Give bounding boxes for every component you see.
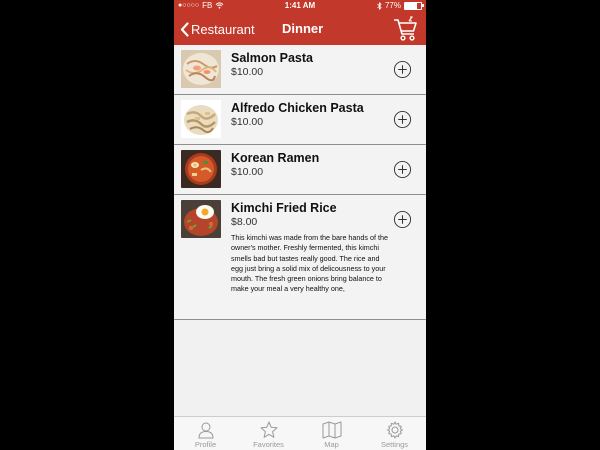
menu-list: Salmon Pasta $10.00 Alfredo Chicken Past… bbox=[174, 45, 426, 320]
list-item[interactable]: Salmon Pasta $10.00 bbox=[174, 45, 426, 95]
back-button[interactable]: Restaurant bbox=[180, 19, 255, 39]
tab-label: Settings bbox=[380, 440, 409, 449]
kimchi-fried-rice-image bbox=[181, 200, 221, 238]
status-bar: ●○○○○ FB 1:41 AM 77% bbox=[174, 0, 426, 13]
person-icon bbox=[197, 422, 214, 439]
add-icon[interactable] bbox=[393, 60, 412, 79]
phone-screen: ●○○○○ FB 1:41 AM 77% Restaurant Dinner S… bbox=[174, 0, 426, 450]
battery-percent: 77% bbox=[384, 1, 401, 10]
tab-favorites[interactable]: Favorites bbox=[237, 417, 300, 450]
item-name: Salmon Pasta bbox=[231, 51, 313, 65]
navigation-bar: Restaurant Dinner bbox=[174, 13, 426, 45]
tab-settings[interactable]: Settings bbox=[363, 417, 426, 450]
item-price: $10.00 bbox=[231, 116, 264, 128]
status-right: 77% bbox=[377, 1, 424, 10]
add-icon[interactable] bbox=[393, 210, 412, 229]
list-item[interactable]: Alfredo Chicken Pasta $10.00 bbox=[174, 95, 426, 145]
map-icon bbox=[322, 421, 341, 439]
item-name: Korean Ramen bbox=[231, 151, 320, 165]
alfredo-chicken-pasta-image bbox=[181, 100, 221, 138]
item-description: This kimchi was made from the bare hands… bbox=[231, 233, 388, 294]
chevron-left-icon bbox=[180, 21, 189, 37]
list-item[interactable]: Korean Ramen $10.00 bbox=[174, 145, 426, 195]
tab-label: Map bbox=[324, 440, 339, 449]
cart-icon bbox=[394, 16, 417, 41]
tab-profile[interactable]: Profile bbox=[174, 417, 237, 450]
cart-button[interactable] bbox=[392, 15, 420, 43]
list-item[interactable]: Kimchi Fried Rice $8.00 This kimchi was … bbox=[174, 195, 426, 320]
gear-icon bbox=[386, 421, 403, 439]
korean-ramen-image bbox=[181, 150, 221, 188]
item-price: $8.00 bbox=[231, 216, 258, 228]
item-name: Kimchi Fried Rice bbox=[231, 201, 337, 215]
item-name: Alfredo Chicken Pasta bbox=[231, 101, 364, 115]
star-icon bbox=[260, 421, 277, 438]
tab-map[interactable]: Map bbox=[300, 417, 363, 450]
add-icon[interactable] bbox=[393, 110, 412, 129]
add-icon[interactable] bbox=[393, 160, 412, 179]
battery-icon bbox=[404, 1, 424, 10]
tab-label: Profile bbox=[194, 440, 217, 449]
salmon-pasta-image bbox=[181, 50, 221, 88]
item-price: $10.00 bbox=[231, 66, 264, 78]
tab-bar: Profile Favorites Map Settings bbox=[174, 416, 426, 450]
bluetooth-icon bbox=[377, 1, 382, 10]
tab-label: Favorites bbox=[253, 440, 284, 449]
item-price: $10.00 bbox=[231, 166, 264, 178]
page-title: Dinner bbox=[282, 21, 324, 36]
back-label: Restaurant bbox=[191, 21, 255, 37]
